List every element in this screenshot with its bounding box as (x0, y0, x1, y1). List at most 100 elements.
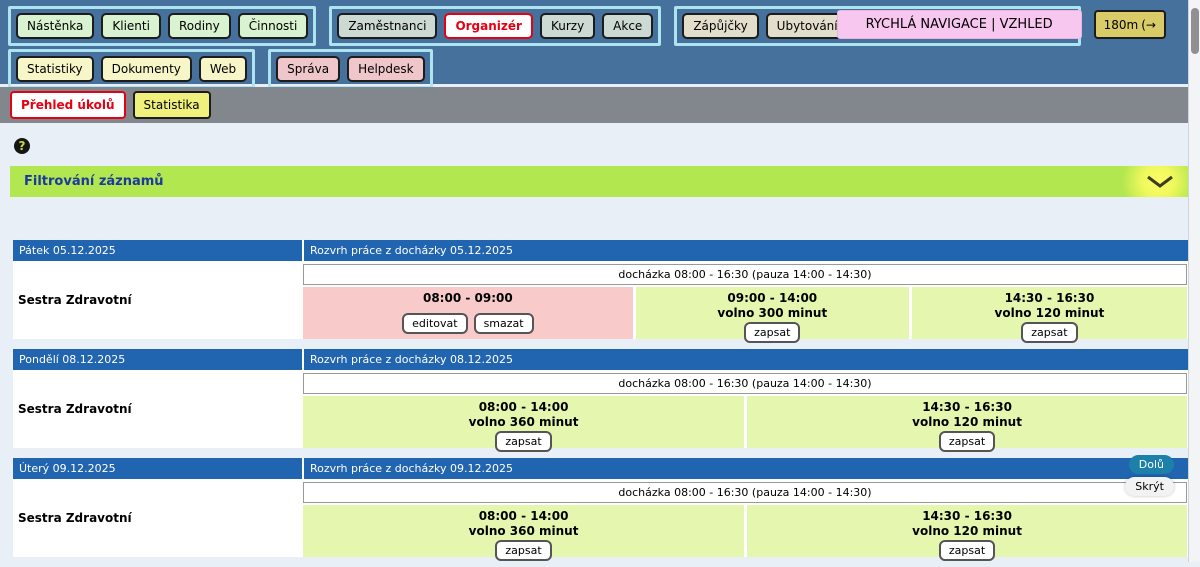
nav-item-nastenka[interactable]: Nástěnka (16, 13, 94, 39)
block-time-range: 08:00 - 14:00 (479, 400, 569, 414)
nav-item-web[interactable]: Web (199, 56, 247, 82)
delete-button[interactable]: smazat (474, 313, 534, 334)
day-schedule-area: docházka 08:00 - 16:30 (pauza 14:00 - 14… (302, 479, 1188, 557)
nav-item-statistiky[interactable]: Statistiky (16, 56, 94, 82)
floating-scroll-controls: Dolů Skrýt (1125, 455, 1174, 496)
nav-group-reports: Statistiky Dokumenty Web (8, 49, 255, 89)
nav-item-zamestnanci[interactable]: Zaměstnanci (337, 13, 437, 39)
day-body: Sestra Zdravotní docházka 08:00 - 16:30 … (13, 479, 1188, 557)
nav-item-sprava[interactable]: Správa (276, 56, 340, 82)
nav-item-kurzy[interactable]: Kurzy (540, 13, 595, 39)
nav-item-helpdesk[interactable]: Helpdesk (347, 56, 425, 82)
hide-button[interactable]: Skrýt (1125, 477, 1174, 496)
schedule-day-row: Pátek 05.12.2025 Rozvrh práce z docházky… (13, 240, 1188, 339)
edit-button[interactable]: editovat (402, 313, 467, 334)
block-actions: zapsat (744, 322, 800, 343)
nav-group-agenda: Zaměstnanci Organizér Kurzy Akce (329, 6, 661, 46)
write-button[interactable]: zapsat (744, 322, 800, 343)
write-button[interactable]: zapsat (939, 431, 995, 452)
day-date-label: Úterý 09.12.2025 (13, 458, 302, 479)
main-navigation-bar: Nástěnka Klienti Rodiny Činnosti Zaměstn… (0, 0, 1188, 84)
nav-item-klienti[interactable]: Klienti (101, 13, 161, 39)
block-time-range: 08:00 - 09:00 (423, 291, 513, 305)
block-actions: zapsat (495, 540, 551, 561)
section-tab-bar: Přehled úkolů Statistika (0, 87, 1188, 123)
block-time-range: 14:30 - 16:30 (922, 509, 1012, 523)
nav-item-zapujcky[interactable]: Zápůjčky (682, 13, 758, 39)
session-timer-value: 180m (1104, 18, 1139, 32)
day-header: Úterý 09.12.2025 Rozvrh práce z docházky… (13, 458, 1188, 479)
session-timer-button[interactable]: 180m (→ (1094, 10, 1166, 39)
tab-statistics[interactable]: Statistika (133, 91, 211, 119)
scroll-down-button[interactable]: Dolů (1129, 455, 1174, 474)
employee-name: Sestra Zdravotní (13, 370, 302, 448)
nav-row-2: Statistiky Dokumenty Web Správa Helpdesk (8, 49, 1094, 89)
attendance-summary: docházka 08:00 - 16:30 (pauza 14:00 - 14… (303, 373, 1187, 394)
schedule-block-free: 14:30 - 16:30 volno 120 minut zapsat (747, 396, 1187, 448)
schedule-day-row: Pondělí 08.12.2025 Rozvrh práce z docház… (13, 349, 1188, 448)
nav-item-dokumenty[interactable]: Dokumenty (101, 56, 192, 82)
nav-item-cinnosti[interactable]: Činnosti (238, 13, 309, 39)
block-free-minutes: volno 360 minut (469, 524, 579, 538)
block-time-range: 08:00 - 14:00 (479, 509, 569, 523)
block-actions: zapsat (495, 431, 551, 452)
attendance-summary: docházka 08:00 - 16:30 (pauza 14:00 - 14… (303, 264, 1187, 285)
write-button[interactable]: zapsat (1021, 322, 1077, 343)
block-free-minutes: volno 300 minut (717, 306, 827, 320)
block-free-minutes: volno 120 minut (995, 306, 1105, 320)
quick-navigation-button[interactable]: RYCHLÁ NAVIGACE | VZHLED (837, 10, 1082, 39)
block-free-minutes: volno 120 minut (912, 415, 1022, 429)
schedule-block-free: 08:00 - 14:00 volno 360 minut zapsat (303, 505, 744, 557)
schedule-block-free: 09:00 - 14:00 volno 300 minut zapsat (636, 287, 909, 339)
time-blocks: 08:00 - 14:00 volno 360 minut zapsat 14:… (303, 396, 1187, 448)
vertical-scrollbar[interactable] (1188, 0, 1200, 562)
block-actions: zapsat (939, 540, 995, 561)
nav-right-controls: RYCHLÁ NAVIGACE | VZHLED 180m (→ (837, 10, 1166, 39)
day-date-label: Pondělí 08.12.2025 (13, 349, 302, 370)
day-date-label: Pátek 05.12.2025 (13, 240, 302, 261)
day-header: Pondělí 08.12.2025 Rozvrh práce z docház… (13, 349, 1188, 370)
block-actions: zapsat (939, 431, 995, 452)
schedule-block-free: 14:30 - 16:30 volno 120 minut zapsat (912, 287, 1187, 339)
employee-name: Sestra Zdravotní (13, 479, 302, 557)
nav-item-rodiny[interactable]: Rodiny (168, 13, 231, 39)
schedule-block-work: 08:00 - 09:00 editovat smazat (303, 287, 633, 339)
block-time-range: 09:00 - 14:00 (727, 291, 817, 305)
write-button[interactable]: zapsat (495, 540, 551, 561)
tab-task-overview[interactable]: Přehled úkolů (10, 91, 126, 119)
chevron-down-icon[interactable] (1146, 175, 1174, 188)
scrollbar-thumb[interactable] (1191, 8, 1199, 54)
day-title: Rozvrh práce z docházky 09.12.2025 (304, 458, 1188, 479)
block-time-range: 14:30 - 16:30 (1005, 291, 1095, 305)
filter-panel-title: Filtrování záznamů (24, 174, 164, 189)
filter-records-panel[interactable]: Filtrování záznamů (10, 166, 1188, 197)
block-actions: zapsat (1021, 322, 1077, 343)
nav-item-organizer-active[interactable]: Organizér (444, 13, 533, 39)
block-free-minutes: volno 120 minut (912, 524, 1022, 538)
day-body: Sestra Zdravotní docházka 08:00 - 16:30 … (13, 261, 1188, 339)
schedule-block-free: 14:30 - 16:30 volno 120 minut zapsat (747, 505, 1187, 557)
logout-icon: (→ (1141, 18, 1156, 32)
help-icon[interactable]: ? (14, 138, 30, 154)
block-time-range: 14:30 - 16:30 (922, 400, 1012, 414)
nav-group-main: Nástěnka Klienti Rodiny Činnosti (8, 6, 316, 46)
day-header: Pátek 05.12.2025 Rozvrh práce z docházky… (13, 240, 1188, 261)
work-schedule-table: Pátek 05.12.2025 Rozvrh práce z docházky… (13, 240, 1188, 567)
write-button[interactable]: zapsat (939, 540, 995, 561)
write-button[interactable]: zapsat (495, 431, 551, 452)
time-blocks: 08:00 - 14:00 volno 360 minut zapsat 14:… (303, 505, 1187, 557)
block-free-minutes: volno 360 minut (469, 415, 579, 429)
day-body: Sestra Zdravotní docházka 08:00 - 16:30 … (13, 370, 1188, 448)
day-schedule-area: docházka 08:00 - 16:30 (pauza 14:00 - 14… (302, 261, 1188, 339)
block-actions: editovat smazat (402, 313, 533, 334)
employee-name: Sestra Zdravotní (13, 261, 302, 339)
nav-item-akce[interactable]: Akce (602, 13, 653, 39)
day-title: Rozvrh práce z docházky 08.12.2025 (304, 349, 1188, 370)
schedule-day-row: Úterý 09.12.2025 Rozvrh práce z docházky… (13, 458, 1188, 557)
day-schedule-area: docházka 08:00 - 16:30 (pauza 14:00 - 14… (302, 370, 1188, 448)
time-blocks: 08:00 - 09:00 editovat smazat 09:00 - 14… (303, 287, 1187, 339)
day-title: Rozvrh práce z docházky 05.12.2025 (304, 240, 1188, 261)
schedule-block-free: 08:00 - 14:00 volno 360 minut zapsat (303, 396, 744, 448)
nav-group-admin: Správa Helpdesk (268, 49, 433, 89)
attendance-summary: docházka 08:00 - 16:30 (pauza 14:00 - 14… (303, 482, 1187, 503)
